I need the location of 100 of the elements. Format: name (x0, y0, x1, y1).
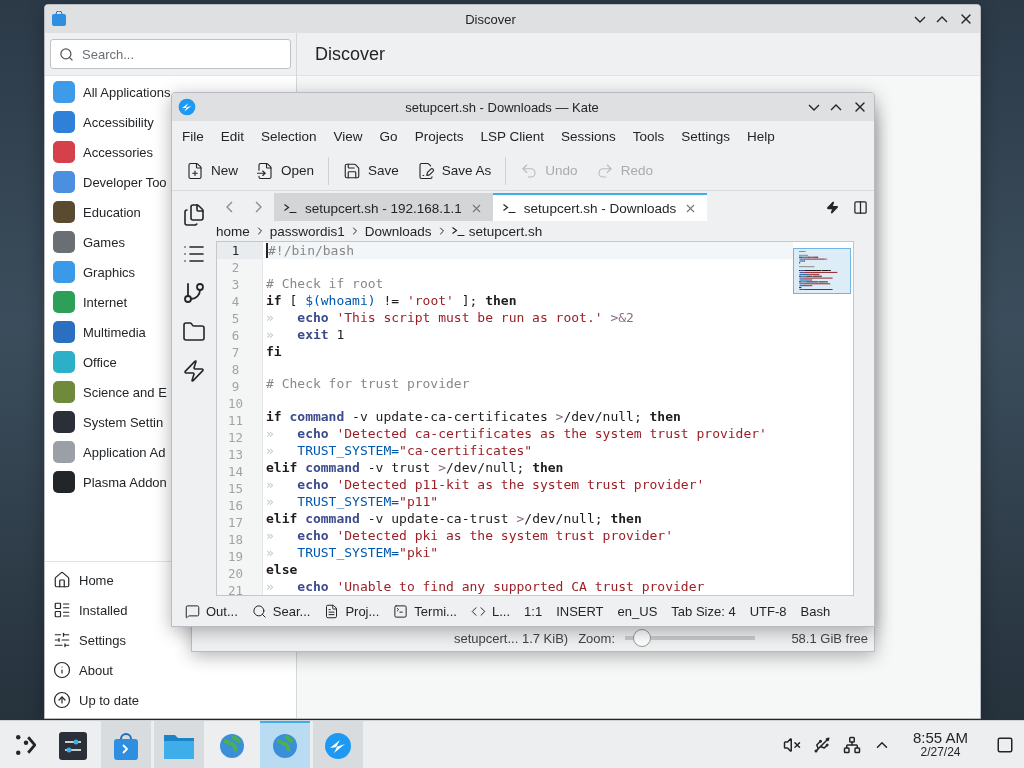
toolbar-button[interactable]: Save (335, 156, 407, 185)
toolbar-button[interactable]: Open (248, 156, 323, 185)
globe-icon (271, 731, 299, 760)
arrow-up-icon (53, 691, 71, 709)
clock-date[interactable]: 2/27/24 (920, 746, 961, 759)
menu-item[interactable]: Edit (212, 128, 254, 144)
status-item[interactable]: en_US (610, 603, 665, 619)
menu-item[interactable]: Go (371, 128, 407, 144)
tool-view-button[interactable]: Termi... (386, 603, 464, 619)
muted-speaker-icon[interactable] (782, 735, 801, 754)
line-number: 11 (226, 412, 245, 429)
toolbar-button[interactable]: Save As (408, 156, 500, 185)
line-number: 5 (230, 310, 241, 327)
menu-item[interactable]: Settings (673, 128, 740, 144)
save-icon (343, 161, 362, 180)
folder-icon[interactable] (182, 320, 206, 344)
split-view-icon[interactable] (853, 199, 868, 215)
code-line: if [ $(whoami) != 'root' ]; then (266, 291, 517, 309)
globe-icon (218, 731, 246, 760)
menu-item[interactable]: View (325, 128, 372, 144)
tool-view-button[interactable]: L... (463, 603, 518, 619)
breadcrumb-item[interactable]: passwordis1 (269, 223, 345, 239)
breadcrumb-item[interactable]: home (216, 223, 250, 239)
lightning-icon[interactable] (182, 359, 206, 383)
code-line: » TRUST_SYSTEM="ca-certificates" (266, 442, 533, 459)
menu-item[interactable]: Sessions (552, 128, 625, 144)
nav-item[interactable]: Settings (45, 625, 128, 655)
search-field[interactable]: Search... (50, 39, 291, 69)
category-item[interactable]: Office (45, 347, 119, 377)
clock-time[interactable]: 8:55 AM (912, 730, 968, 746)
category-item[interactable]: Accessibility (45, 107, 156, 137)
lightning-icon[interactable] (826, 200, 839, 214)
usb-icon[interactable] (812, 735, 831, 754)
category-item[interactable]: Developer Too (45, 167, 169, 197)
file-tab[interactable]: setupcert.sh - 192.168.1.1 (274, 193, 493, 221)
category-item[interactable]: Graphics (45, 257, 138, 287)
terminal-icon (451, 226, 465, 236)
nav-item[interactable]: Home (45, 565, 116, 595)
file-tab[interactable]: setupcert.sh - Downloads (492, 193, 708, 221)
code-line: else (266, 561, 298, 578)
terminal-icon (502, 203, 516, 213)
category-item[interactable]: Accessories (45, 137, 156, 167)
breadcrumb-item[interactable]: Downloads (364, 223, 432, 239)
menu-item[interactable]: Projects (406, 128, 473, 144)
documents-icon[interactable] (182, 203, 206, 227)
tool-view-button[interactable]: Out... (178, 603, 245, 619)
category-item[interactable]: Application Ad (45, 437, 168, 467)
status-item[interactable]: UTF-8 (742, 603, 794, 619)
category-item[interactable]: Plasma Addon (45, 467, 169, 497)
shopping-bag-icon (112, 730, 140, 761)
nav-item[interactable]: About (45, 655, 115, 685)
menu-item[interactable]: File (174, 128, 213, 144)
category-item[interactable]: Multimedia (45, 317, 148, 347)
menu-item[interactable]: LSP Client (472, 128, 553, 144)
window-title: setupcert.sh - Downloads — Kate (404, 99, 600, 115)
line-number: 15 (226, 480, 245, 497)
shopping-bag-icon (51, 11, 67, 27)
category-item[interactable]: Science and E (45, 377, 169, 407)
line-number: 10 (226, 395, 245, 412)
category-item[interactable]: Education (45, 197, 143, 227)
code-line: » exit 1 (266, 325, 345, 343)
code-line: # Check for trust provider (266, 375, 470, 393)
tool-view-button[interactable]: Sear... (244, 603, 318, 619)
line-number: 17 (226, 514, 245, 531)
breadcrumb-item[interactable]: setupcert.sh (451, 223, 543, 239)
status-item[interactable]: INSERT (549, 603, 611, 619)
status-item[interactable]: Tab Size: 4 (664, 603, 743, 619)
line-number: 2 (230, 259, 241, 276)
info-icon (53, 661, 71, 679)
nav-item[interactable]: Installed (45, 595, 130, 625)
show-desktop-icon[interactable] (996, 735, 1014, 754)
git-icon[interactable] (182, 281, 206, 305)
home-icon (53, 571, 71, 589)
status-item[interactable]: 1:1 (517, 603, 550, 619)
menu-item[interactable]: Selection (253, 128, 326, 144)
maximize-button[interactable] (830, 103, 842, 111)
category-item[interactable]: Internet (45, 287, 130, 317)
maximize-button[interactable] (936, 15, 948, 23)
tool-view-button[interactable]: Proj... (317, 603, 387, 619)
code-line: » TRUST_SYSTEM="p11" (266, 493, 439, 510)
code-line: elif command -v trust >/dev/null; then (266, 459, 564, 476)
chevron-left-icon (226, 201, 233, 213)
settings-app-icon (58, 730, 88, 761)
settings-icon (53, 631, 71, 649)
network-icon[interactable] (842, 735, 861, 754)
category-item[interactable]: Games (45, 227, 127, 257)
code-line: » echo 'Detected ca-certificates as the system trust provider' (266, 425, 767, 442)
category-item[interactable]: All Applications (45, 77, 173, 107)
code-line: » echo 'This script must be run as root.' >&2 (266, 308, 634, 326)
category-item[interactable]: System Settin (45, 407, 166, 437)
menu-item[interactable]: Tools (624, 128, 674, 144)
document-icon (324, 603, 340, 619)
menu-item[interactable]: Help (739, 128, 784, 144)
status-item[interactable]: Bash (793, 603, 838, 619)
toolbar-button[interactable]: New (178, 156, 246, 185)
nav-item[interactable]: Up to date (45, 685, 141, 715)
minimize-button[interactable] (808, 103, 820, 111)
minimize-button[interactable] (914, 15, 926, 23)
slider-thumb[interactable] (632, 629, 651, 647)
search-icon (251, 603, 267, 619)
